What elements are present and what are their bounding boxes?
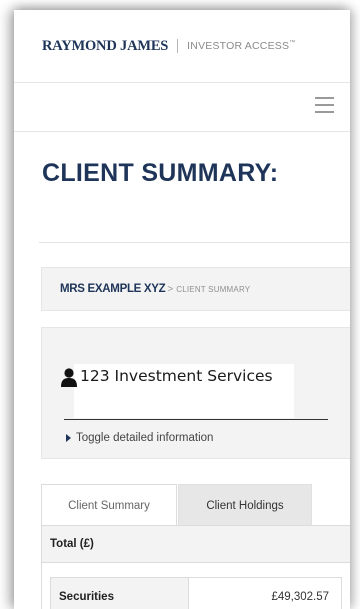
person-icon bbox=[61, 368, 77, 387]
page-container: RAYMOND JAMES INVESTOR ACCESS™ CLIENT SU… bbox=[14, 10, 350, 609]
divider bbox=[39, 242, 350, 243]
trademark-symbol: ™ bbox=[289, 40, 296, 46]
tab-client-holdings[interactable]: Client Holdings bbox=[178, 484, 312, 526]
toggle-details-label: Toggle detailed information bbox=[76, 432, 214, 444]
holding-value: £49,302.57 bbox=[271, 591, 329, 603]
hamburger-menu-icon[interactable] bbox=[315, 97, 334, 113]
menu-line bbox=[315, 111, 334, 113]
menu-line bbox=[315, 104, 334, 106]
brand-divider bbox=[177, 39, 179, 53]
breadcrumb: MRS EXAMPLE XYZ > CLIENT SUMMARY bbox=[41, 267, 350, 311]
brand-logo[interactable]: RAYMOND JAMES bbox=[42, 38, 168, 55]
menu-line bbox=[315, 97, 334, 99]
client-info-panel: 123 Investment Services Toggle detailed … bbox=[41, 327, 350, 459]
portal-name-text: INVESTOR ACCESS bbox=[187, 40, 290, 52]
breadcrumb-client-link[interactable]: MRS EXAMPLE XYZ bbox=[60, 283, 166, 295]
breadcrumb-current: CLIENT SUMMARY bbox=[176, 284, 251, 294]
table-row: Securities £49,302.57 bbox=[50, 577, 342, 609]
caret-right-icon bbox=[66, 434, 71, 442]
page-title: CLIENT SUMMARY: bbox=[42, 159, 279, 187]
toggle-details-link[interactable]: Toggle detailed information bbox=[66, 432, 213, 444]
summary-table: Total (£) Securities £49,302.57 bbox=[41, 525, 350, 609]
nav-bar bbox=[14, 83, 350, 132]
client-name-underline bbox=[64, 419, 328, 420]
holding-label: Securities bbox=[51, 578, 189, 609]
site-header: RAYMOND JAMES INVESTOR ACCESS™ bbox=[14, 10, 350, 83]
tab-client-summary[interactable]: Client Summary bbox=[41, 484, 177, 526]
total-header: Total (£) bbox=[42, 526, 350, 563]
client-name: 123 Investment Services bbox=[80, 367, 273, 385]
breadcrumb-separator: > bbox=[167, 283, 174, 295]
tab-bar: Client Summary Client Holdings bbox=[41, 484, 312, 526]
portal-name: INVESTOR ACCESS™ bbox=[187, 40, 295, 52]
